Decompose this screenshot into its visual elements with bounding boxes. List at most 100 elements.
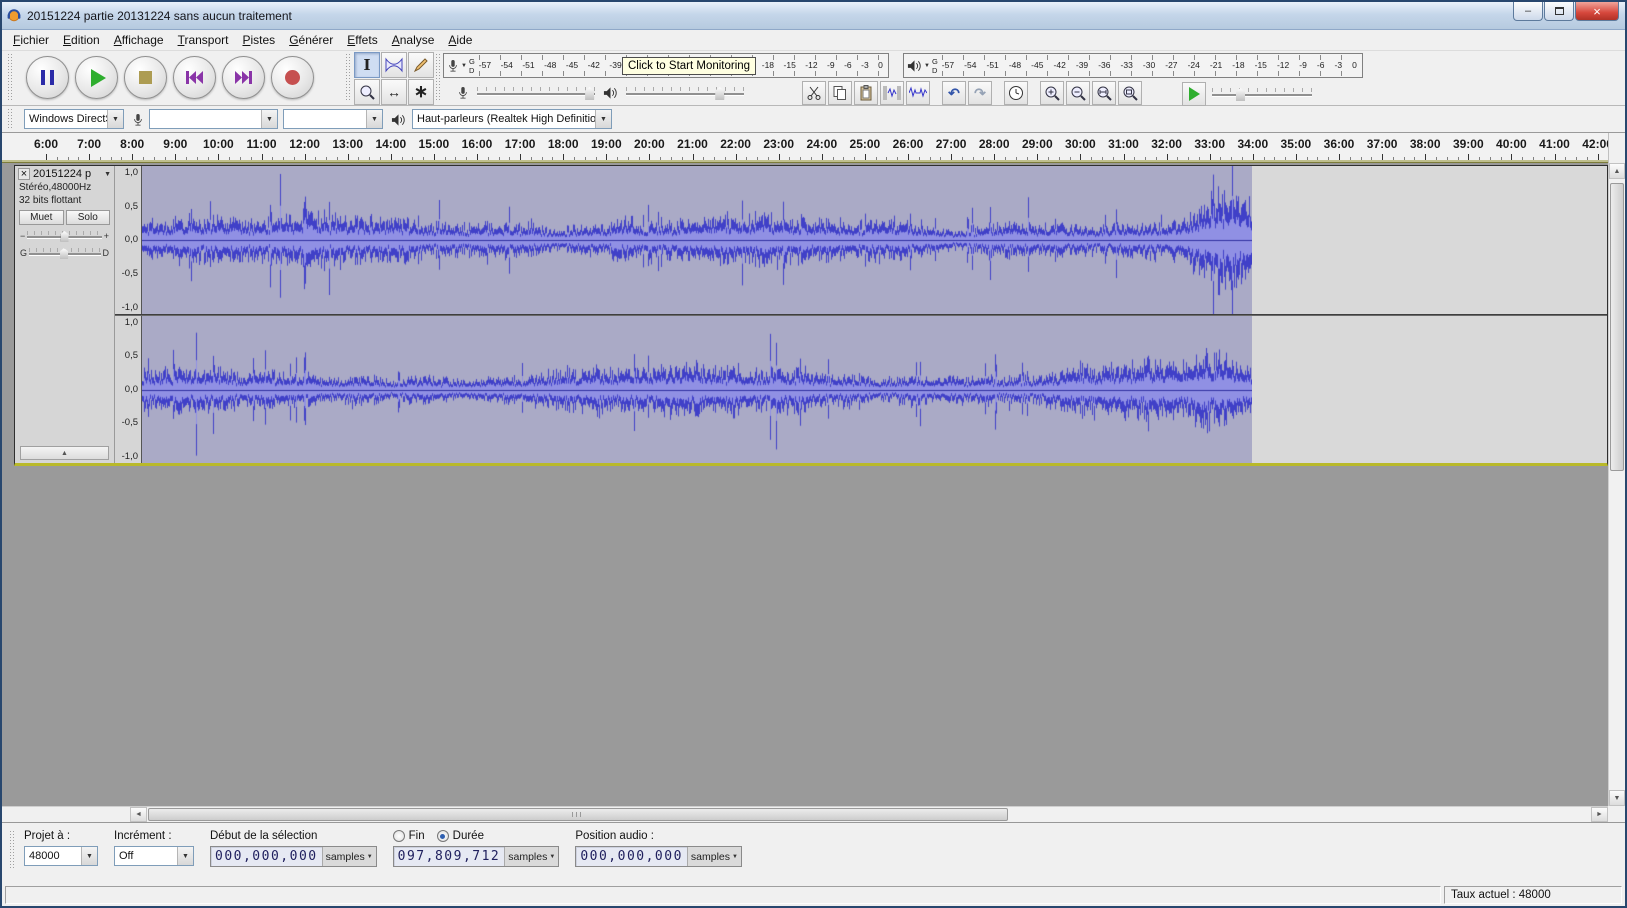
title-bar[interactable]: 20151224 partie 20131224 sans aucun trai…	[2, 2, 1625, 30]
chevron-down-icon[interactable]: ▼	[595, 110, 611, 128]
menu-item[interactable]: Analyse	[385, 31, 442, 49]
selection-start-field[interactable]: 000,000,000 samples▼	[210, 846, 377, 867]
chevron-down-icon[interactable]: ▼	[107, 110, 123, 128]
track-menu-icon[interactable]: ▼	[104, 171, 111, 178]
zoom-out-button[interactable]	[1066, 81, 1090, 105]
selection-start-value[interactable]: 000,000,000	[211, 849, 322, 864]
end-radio-label[interactable]: Fin	[409, 830, 425, 842]
audio-position-field[interactable]: 000,000,000 samples▼	[575, 846, 742, 867]
selection-tool-button[interactable]: I	[354, 52, 380, 78]
undo-button[interactable]: ↶	[942, 81, 966, 105]
menu-item[interactable]: Edition	[56, 31, 107, 49]
toolbar-gripper[interactable]	[8, 54, 12, 102]
record-button[interactable]	[271, 56, 314, 99]
fit-project-button[interactable]	[1118, 81, 1142, 105]
waveform-canvas-left[interactable]	[142, 166, 1252, 314]
skip-to-end-button[interactable]	[222, 56, 265, 99]
track-control-panel[interactable]: × 20151224 p ▼ Stéréo,48000Hz 32 bits fl…	[15, 166, 115, 463]
menu-item[interactable]: Pistes	[235, 31, 282, 49]
end-radio[interactable]	[393, 830, 405, 842]
copy-button[interactable]	[828, 81, 852, 105]
timeline-ruler[interactable]: 6:007:008:009:0010:0011:0012:0013:0014:0…	[2, 133, 1608, 163]
vertical-scrollbar[interactable]: ▲ ▼	[1608, 163, 1625, 806]
chevron-down-icon[interactable]: ▼	[177, 847, 193, 865]
menu-item[interactable]: Générer	[282, 31, 340, 49]
waveform-left[interactable]	[142, 166, 1607, 314]
horizontal-scroll-thumb[interactable]	[148, 808, 1008, 821]
gain-slider[interactable]	[27, 229, 101, 243]
selection-length-field[interactable]: 097,809,712 samples▼	[393, 846, 560, 867]
playback-meter[interactable]: ▼ G D -57-54-51-48-45-42-39-36-33-30-27-…	[903, 53, 1363, 78]
horizontal-scrollbar[interactable]: ◄ ►	[130, 806, 1608, 822]
vertical-scale-left[interactable]: 1,00,50,0-0,5-1,0	[115, 166, 142, 314]
maximize-button[interactable]	[1544, 2, 1574, 21]
menu-item[interactable]: Aide	[441, 31, 479, 49]
vertical-scale-right[interactable]: 1,00,50,0-0,5-1,0	[115, 316, 142, 464]
waveform-right[interactable]	[142, 316, 1607, 464]
audio-host-select[interactable]: Windows DirectS ▼	[24, 109, 124, 129]
length-radio-label[interactable]: Durée	[453, 830, 484, 842]
meter-scale-number: -15	[784, 61, 796, 70]
audio-position-value[interactable]: 000,000,000	[576, 849, 687, 864]
playback-device-select[interactable]: Haut-parleurs (Realtek High Definition ▼	[412, 109, 612, 129]
play-speed-slider[interactable]	[1212, 86, 1312, 102]
draw-tool-button[interactable]	[408, 52, 434, 78]
length-radio[interactable]	[437, 830, 449, 842]
toolbar-gripper[interactable]	[10, 831, 14, 870]
input-volume-slider[interactable]	[477, 85, 595, 101]
menu-item[interactable]: Transport	[171, 31, 236, 49]
skip-to-start-button[interactable]	[173, 56, 216, 99]
silence-audio-button[interactable]	[906, 81, 930, 105]
meter-dropdown-icon[interactable]: ▼	[924, 63, 930, 69]
pause-button[interactable]	[26, 56, 69, 99]
timeshift-tool-button[interactable]: ↔	[381, 79, 407, 105]
project-rate-select[interactable]: 48000 ▼	[24, 846, 98, 866]
scroll-right-button[interactable]: ►	[1591, 807, 1608, 822]
snap-select[interactable]: Off ▼	[114, 846, 194, 866]
menu-item[interactable]: Fichier	[6, 31, 56, 49]
scroll-left-button[interactable]: ◄	[130, 807, 147, 822]
scroll-down-button[interactable]: ▼	[1609, 790, 1625, 806]
trim-audio-button[interactable]	[880, 81, 904, 105]
fit-selection-button[interactable]	[1092, 81, 1116, 105]
tools-toolbar: I ↔ ∗	[354, 52, 434, 105]
play-at-speed-icon	[1189, 87, 1200, 101]
track-name[interactable]: 20151224 p	[33, 168, 101, 180]
multi-tool-button[interactable]: ∗	[408, 79, 434, 105]
audio-track[interactable]: × 20151224 p ▼ Stéréo,48000Hz 32 bits fl…	[14, 165, 1608, 466]
play-at-speed-button[interactable]	[1182, 82, 1206, 106]
recording-device-select[interactable]: ▼	[149, 109, 278, 129]
sync-lock-button[interactable]	[1004, 81, 1028, 105]
selection-length-value[interactable]: 097,809,712	[394, 849, 505, 864]
menu-item[interactable]: Affichage	[107, 31, 171, 49]
mute-button[interactable]: Muet	[19, 210, 64, 225]
vertical-scroll-thumb[interactable]	[1610, 183, 1624, 471]
chevron-down-icon[interactable]: ▼	[366, 110, 382, 128]
waveform-canvas-right[interactable]	[142, 316, 1252, 464]
redo-button[interactable]: ↷	[968, 81, 992, 105]
meter-scale-number: -9	[1299, 61, 1307, 70]
chevron-down-icon[interactable]: ▼	[81, 847, 97, 865]
minimize-button[interactable]: –	[1513, 2, 1543, 21]
track-collapse-button[interactable]: ▲	[20, 446, 109, 460]
output-volume-slider[interactable]	[626, 85, 744, 101]
stop-button[interactable]	[124, 56, 167, 99]
play-button[interactable]	[75, 56, 118, 99]
toolbar-gripper[interactable]	[8, 109, 12, 129]
zoom-tool-button[interactable]	[354, 79, 380, 105]
envelope-tool-button[interactable]	[381, 52, 407, 78]
cut-button[interactable]	[802, 81, 826, 105]
toolbar-gripper[interactable]	[436, 54, 440, 102]
menu-item[interactable]: Effets	[340, 31, 384, 49]
close-button[interactable]: ×	[1575, 2, 1619, 21]
zoom-in-button[interactable]	[1040, 81, 1064, 105]
pan-slider[interactable]	[29, 246, 100, 260]
scroll-up-button[interactable]: ▲	[1609, 163, 1625, 179]
track-close-button[interactable]: ×	[18, 168, 30, 180]
solo-button[interactable]: Solo	[66, 210, 111, 225]
meter-dropdown-icon[interactable]: ▼	[461, 63, 467, 69]
paste-button[interactable]	[854, 81, 878, 105]
chevron-down-icon[interactable]: ▼	[261, 110, 277, 128]
toolbar-gripper[interactable]	[346, 54, 350, 102]
recording-channels-select[interactable]: ▼	[283, 109, 383, 129]
